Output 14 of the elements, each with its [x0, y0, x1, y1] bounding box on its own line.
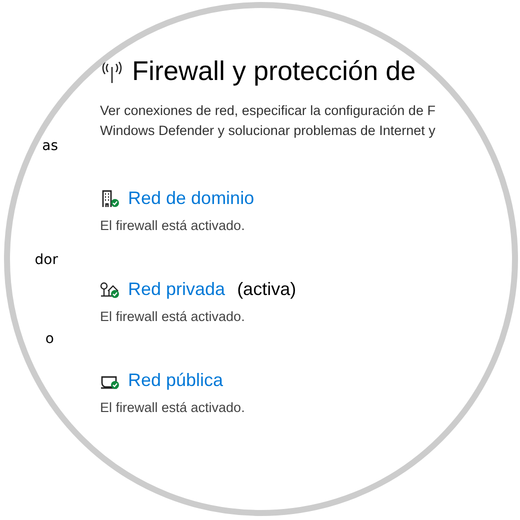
description-line: Ver conexiones de red, especificar la configuración de F: [100, 102, 436, 120]
sidebar-item[interactable]: dor: [34, 252, 58, 268]
antenna-icon: [100, 60, 124, 82]
network-state: (activa): [237, 279, 296, 300]
firewall-status: El firewall está activado.: [100, 309, 246, 324]
network-link[interactable]: Red privada: [128, 279, 226, 300]
firewall-status: El firewall está activado.: [100, 400, 246, 415]
firewall-status: El firewall está activado.: [100, 218, 246, 233]
network-link[interactable]: Red de dominio: [128, 188, 254, 209]
sidebar-item[interactable]: o: [45, 331, 54, 347]
sidebar-item[interactable]: as: [42, 138, 58, 154]
network-link[interactable]: Red pública: [128, 370, 224, 391]
page-title: Firewall y protección de: [132, 56, 416, 87]
description-line: Windows Defender y solucionar problemas de Internet y: [100, 122, 436, 140]
